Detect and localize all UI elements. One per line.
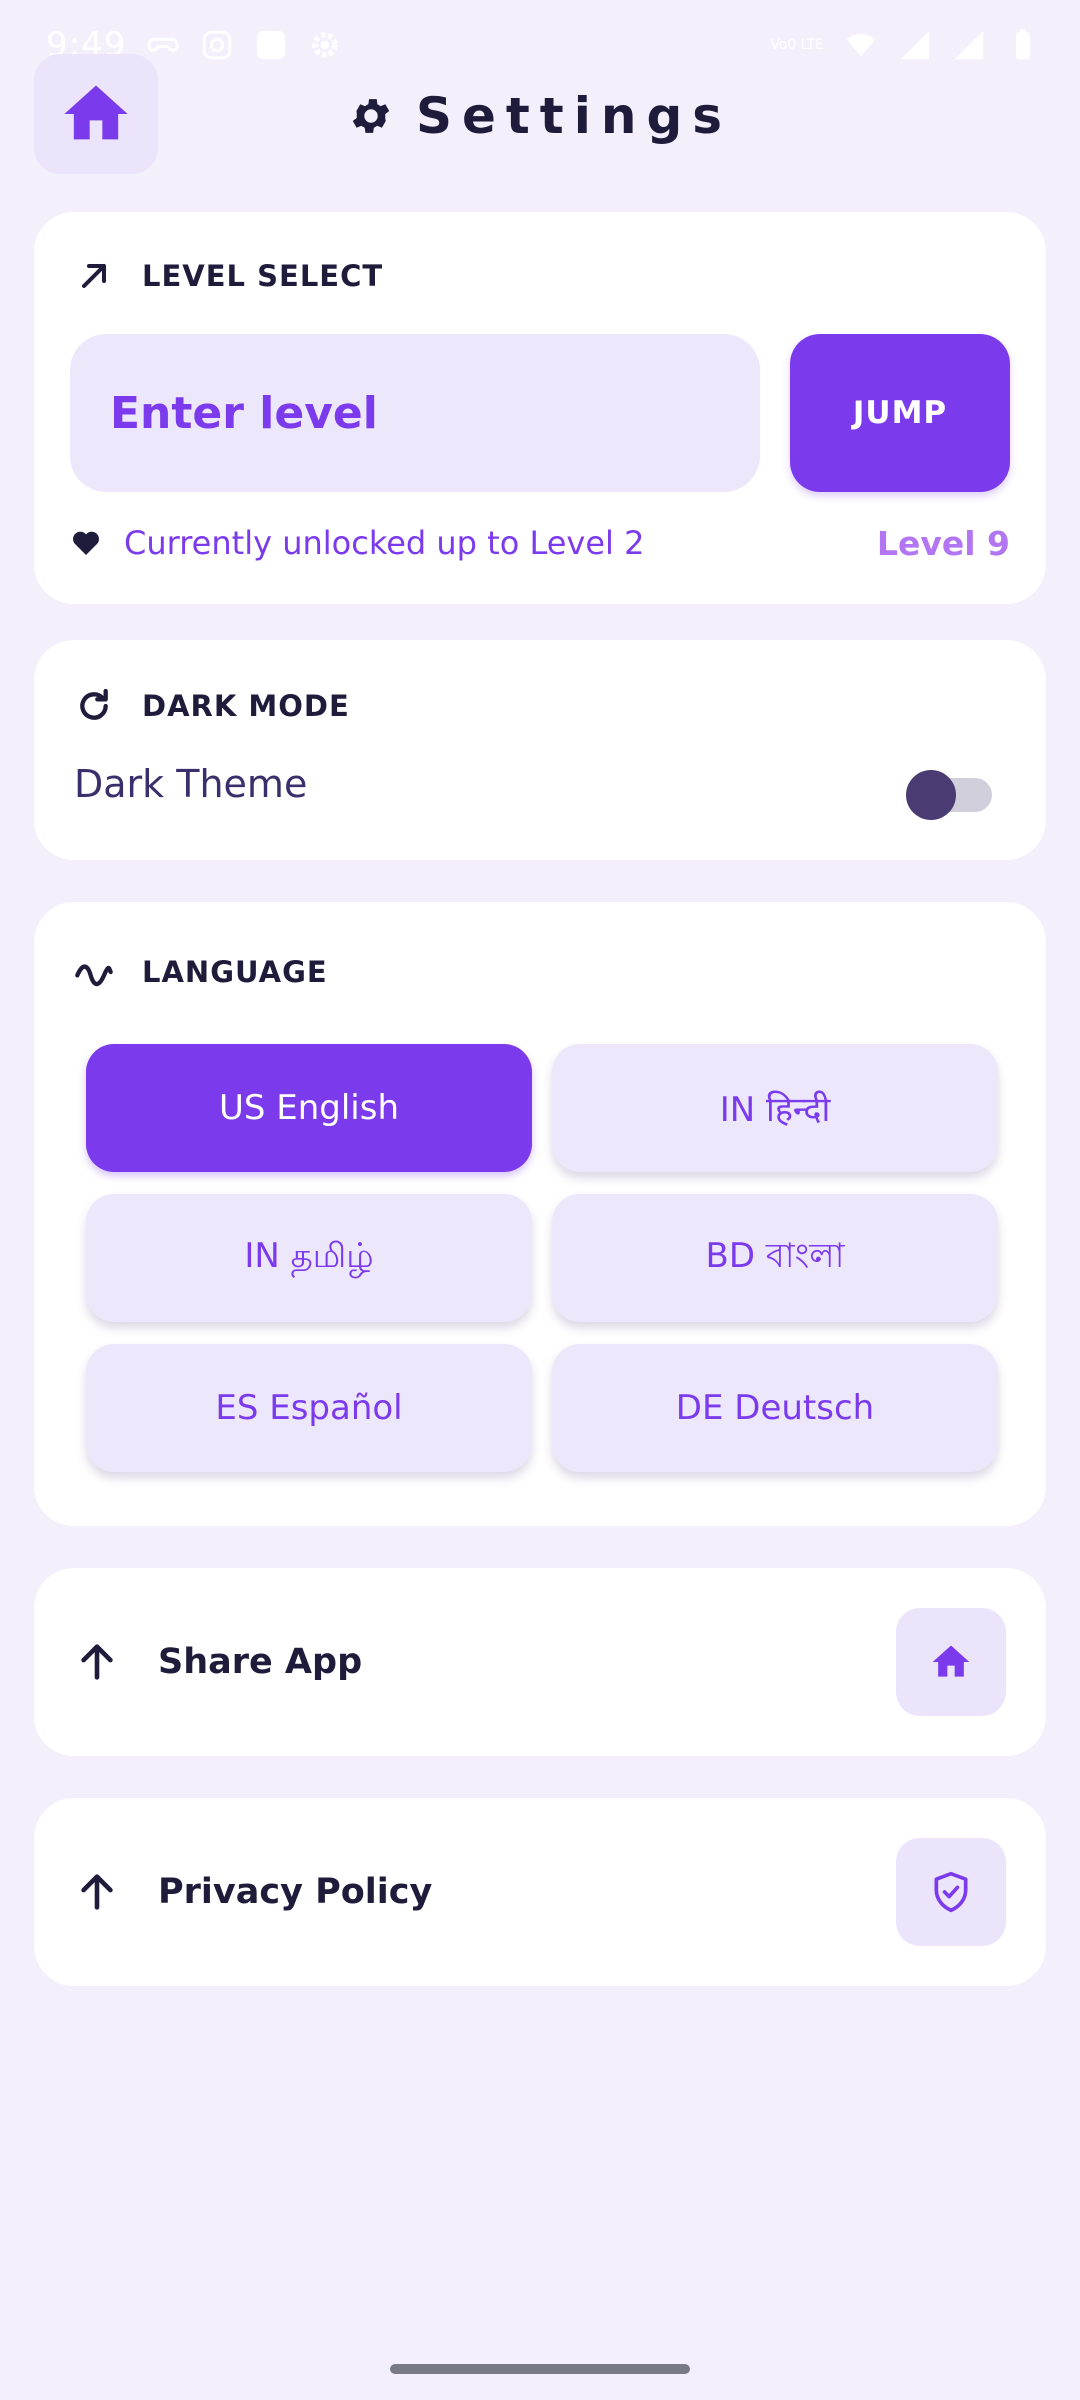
battery-icon xyxy=(1006,28,1040,62)
language-options: US English IN हिन्दी IN தமிழ் BD বাংলা E… xyxy=(86,1044,1032,1472)
instagram-icon xyxy=(200,28,234,62)
language-option-tamil[interactable]: IN தமிழ் xyxy=(86,1194,532,1322)
language-option-spanish[interactable]: ES Español xyxy=(86,1344,532,1472)
dark-theme-label: Dark Theme xyxy=(74,762,308,806)
level-select-label: LEVEL SELECT xyxy=(142,259,384,293)
language-option-bangla[interactable]: BD বাংলা xyxy=(552,1194,998,1322)
unlocked-level-text: Currently unlocked up to Level 2 xyxy=(124,524,645,562)
language-heading: LANGUAGE xyxy=(74,952,328,992)
refresh-icon xyxy=(80,688,108,720)
language-option-english[interactable]: US English xyxy=(86,1044,532,1172)
share-app-row[interactable]: Share App xyxy=(34,1568,1046,1756)
network-type-label: Vo0 LTE xyxy=(770,37,824,53)
language-option-german[interactable]: DE Deutsch xyxy=(552,1344,998,1472)
wave-icon xyxy=(75,964,113,987)
dark-theme-toggle[interactable] xyxy=(894,764,1010,824)
arrow-up-icon xyxy=(81,1874,113,1910)
status-bar: 9:49 Vo0 LTE xyxy=(0,0,1080,90)
dark-mode-card: DARK MODE Dark Theme xyxy=(34,640,1046,860)
unlock-status: Currently unlocked up to Level 2 xyxy=(70,524,644,562)
language-label: LANGUAGE xyxy=(142,955,328,989)
app-square-icon xyxy=(254,28,288,62)
jump-button[interactable]: JUMP xyxy=(790,334,1010,492)
gear-icon xyxy=(352,99,390,133)
page-title: Settings xyxy=(415,87,732,145)
arrow-up-right-icon xyxy=(82,264,106,288)
privacy-policy-left: Privacy Policy xyxy=(74,1798,432,1986)
signal-icon xyxy=(898,28,932,62)
status-right: Vo0 LTE xyxy=(770,28,1040,62)
share-app-left: Share App xyxy=(74,1568,362,1756)
dark-mode-label: DARK MODE xyxy=(142,689,350,723)
shield-check-icon xyxy=(934,1871,968,1913)
share-app-icon-box[interactable] xyxy=(896,1608,1006,1716)
home-icon xyxy=(932,1645,970,1677)
privacy-policy-row[interactable]: Privacy Policy xyxy=(34,1798,1046,1986)
wifi-icon xyxy=(844,28,878,62)
level-select-card: LEVEL SELECT JUMP Currently unlocked up … xyxy=(34,212,1046,604)
dark-mode-heading: DARK MODE xyxy=(74,686,350,726)
level-input[interactable] xyxy=(70,334,760,492)
signal-2-icon xyxy=(952,28,986,62)
privacy-policy-icon-box[interactable] xyxy=(896,1838,1006,1946)
page-header: Settings xyxy=(0,80,1080,152)
arrow-up-icon xyxy=(81,1644,113,1680)
gamepad-icon xyxy=(146,28,180,62)
home-indicator[interactable] xyxy=(390,2364,690,2374)
level-select-heading: LEVEL SELECT xyxy=(74,256,383,296)
settings-small-icon xyxy=(308,28,342,62)
language-card: LANGUAGE US English IN हिन्दी IN தமிழ் B… xyxy=(34,902,1046,1526)
toggle-knob xyxy=(906,770,956,820)
privacy-policy-label: Privacy Policy xyxy=(158,1872,433,1912)
heart-icon xyxy=(73,531,99,555)
language-option-hindi[interactable]: IN हिन्दी xyxy=(552,1044,998,1172)
max-level-label: Level 9 xyxy=(876,524,1010,563)
share-app-label: Share App xyxy=(158,1642,363,1682)
